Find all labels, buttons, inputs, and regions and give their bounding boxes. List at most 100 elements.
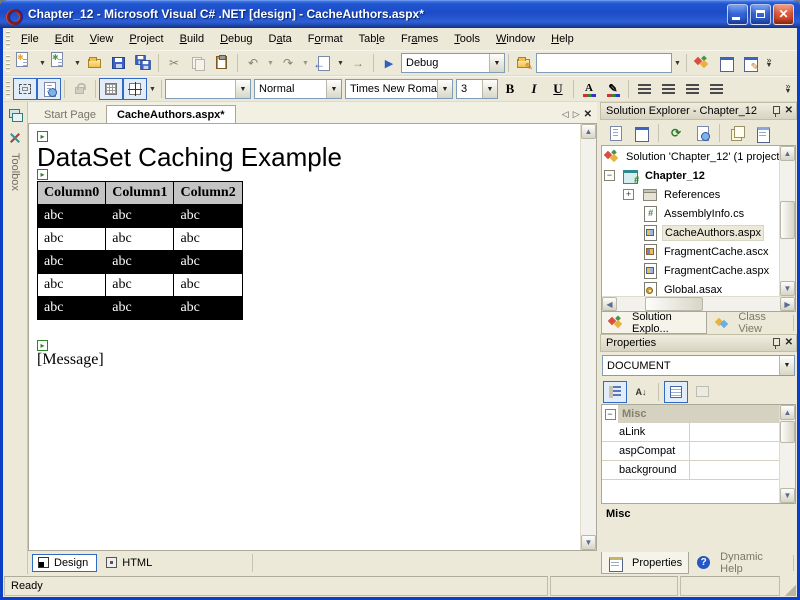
open-file-button[interactable]	[83, 52, 107, 74]
view-tab-design[interactable]: Design	[32, 554, 97, 572]
menu-item-view[interactable]: View	[82, 30, 122, 48]
lock-controls-button[interactable]	[68, 78, 92, 100]
toolbar-grip[interactable]	[6, 81, 10, 98]
redo-dropdown[interactable]: ▼	[300, 52, 311, 74]
menu-item-table[interactable]: Table	[351, 30, 393, 48]
scroll-tabs-left-icon[interactable]: ◁	[562, 109, 569, 120]
menu-item-format[interactable]: Format	[300, 30, 351, 48]
scroll-up-icon[interactable]: ▲	[780, 146, 795, 161]
italic-button[interactable]: I	[522, 78, 546, 100]
menu-item-help[interactable]: Help	[543, 30, 582, 48]
scrollbar-thumb[interactable]	[780, 421, 795, 443]
scroll-up-icon[interactable]: ▲	[581, 124, 596, 139]
save-all-button[interactable]	[131, 52, 155, 74]
message-label[interactable]: [Message]	[37, 351, 572, 369]
tree-item-chapter-12[interactable]: −Chapter_12	[602, 166, 779, 185]
scrollbar-thumb[interactable]	[780, 201, 795, 239]
show-borders-button[interactable]	[13, 78, 37, 100]
server-explorer-tab[interactable]	[4, 105, 26, 125]
view-code-button[interactable]	[603, 122, 627, 144]
font-size-combo[interactable]: 3 ▼	[456, 79, 498, 99]
find-combo-input[interactable]	[536, 53, 672, 73]
property-value[interactable]	[690, 423, 779, 441]
close-panel-icon[interactable]: ✕	[785, 106, 793, 116]
menu-item-frames[interactable]: Frames	[393, 30, 446, 48]
font-name-combo[interactable]: Times New Roman ▼	[345, 79, 453, 99]
grid-options-dropdown[interactable]: ▼	[147, 78, 158, 100]
new-project-dropdown[interactable]: ▼	[37, 52, 48, 74]
redo-button[interactable]: ↷	[276, 52, 300, 74]
menu-item-edit[interactable]: Edit	[47, 30, 82, 48]
property-category-row[interactable]: − Misc	[602, 405, 779, 423]
property-pages-button[interactable]	[690, 381, 714, 403]
tree-item-global-asax[interactable]: Global.asax	[602, 280, 779, 296]
categorized-button[interactable]	[603, 381, 627, 403]
new-project-button[interactable]	[13, 52, 37, 74]
close-panel-icon[interactable]: ✕	[785, 338, 793, 348]
toolbar-grip[interactable]	[6, 55, 10, 72]
font-color-button[interactable]: A	[577, 78, 601, 100]
toolbox-tab-label[interactable]: Toolbox	[9, 153, 21, 191]
property-row-alink[interactable]: aLink	[602, 423, 779, 442]
tab-class-view[interactable]: Class View	[707, 312, 791, 334]
pin-icon[interactable]	[769, 105, 782, 118]
property-row-background[interactable]: background	[602, 461, 779, 480]
tree-horizontal-scrollbar[interactable]: ◀ ▶	[602, 296, 795, 311]
navigate-back-dropdown[interactable]: ▼	[335, 52, 346, 74]
scrollbar-thumb[interactable]	[645, 297, 703, 311]
solution-explorer-button[interactable]	[690, 52, 714, 74]
menu-item-file[interactable]: File	[13, 30, 47, 48]
find-combo-dropdown[interactable]: ▼	[672, 52, 683, 74]
combo-dropdown-icon[interactable]: ▼	[779, 356, 794, 375]
property-value[interactable]	[690, 461, 779, 479]
paste-button[interactable]	[210, 52, 234, 74]
properties-window-button[interactable]	[714, 52, 738, 74]
tab-dynamic-help[interactable]: Dynamic Help	[689, 552, 791, 574]
view-tab-html[interactable]: HTML	[101, 555, 160, 571]
menu-item-data[interactable]: Data	[261, 30, 300, 48]
paragraph-format-combo[interactable]: Normal ▼	[254, 79, 342, 99]
close-button[interactable]: ✕	[773, 4, 794, 25]
toolbox-window-button[interactable]	[738, 52, 762, 74]
design-surface[interactable]: ▸ DataSet Caching Example ▸ Column0Colum…	[29, 124, 580, 550]
align-center-button[interactable]	[656, 78, 680, 100]
tree-item-fragmentcache-aspx[interactable]: FragmentCache.aspx	[602, 261, 779, 280]
underline-button[interactable]: U	[546, 78, 570, 100]
align-right-button[interactable]	[680, 78, 704, 100]
tree-item-solution-chapter-12-1-project[interactable]: Solution 'Chapter_12' (1 project)	[602, 147, 779, 166]
page-heading[interactable]: DataSet Caching Example	[37, 142, 572, 173]
alphabetical-button[interactable]: A↓	[629, 381, 653, 403]
minimize-button[interactable]	[727, 4, 748, 25]
tree-vertical-scrollbar[interactable]: ▲ ▼	[779, 146, 795, 296]
css-style-combo[interactable]: ▼	[165, 79, 251, 99]
toolbar-overflow-button[interactable]: »▼	[762, 58, 776, 68]
combo-dropdown-icon[interactable]: ▼	[235, 80, 250, 98]
tree-item-fragmentcache-ascx[interactable]: FragmentCache.ascx	[602, 242, 779, 261]
find-in-files-button[interactable]	[512, 52, 536, 74]
combo-dropdown-icon[interactable]: ▼	[437, 80, 452, 98]
tab-solution-explo[interactable]: Solution Explo...	[601, 312, 707, 334]
combo-dropdown-icon[interactable]: ▼	[482, 80, 497, 98]
toolbar-overflow-button[interactable]: »▼	[781, 84, 795, 94]
undo-dropdown[interactable]: ▼	[265, 52, 276, 74]
properties-view-button[interactable]	[664, 381, 688, 403]
cut-button[interactable]: ✂	[162, 52, 186, 74]
scroll-down-icon[interactable]: ▼	[581, 535, 596, 550]
justify-button[interactable]	[704, 78, 728, 100]
expand-icon[interactable]: +	[623, 189, 634, 200]
scroll-tabs-right-icon[interactable]: ▷	[573, 109, 580, 120]
menu-item-debug[interactable]: Debug	[212, 30, 260, 48]
datagrid-control[interactable]: Column0Column1Column2abcabcabcabcabcabca…	[37, 181, 243, 320]
object-selector-combo[interactable]: DOCUMENT ▼	[602, 355, 795, 376]
menu-item-window[interactable]: Window	[488, 30, 543, 48]
grid-vertical-scrollbar[interactable]: ▲ ▼	[779, 405, 795, 503]
menu-grip[interactable]	[6, 31, 10, 48]
maximize-button[interactable]	[750, 4, 771, 25]
tree-item-assemblyinfo-cs[interactable]: AssemblyInfo.cs	[602, 204, 779, 223]
combo-dropdown-icon[interactable]: ▼	[489, 54, 504, 72]
pin-icon[interactable]	[769, 337, 782, 350]
navigate-back-button[interactable]: ←	[311, 52, 335, 74]
copy-button[interactable]	[186, 52, 210, 74]
add-item-dropdown[interactable]: ▼	[72, 52, 83, 74]
document-tab-start-page[interactable]: Start Page	[34, 106, 106, 123]
